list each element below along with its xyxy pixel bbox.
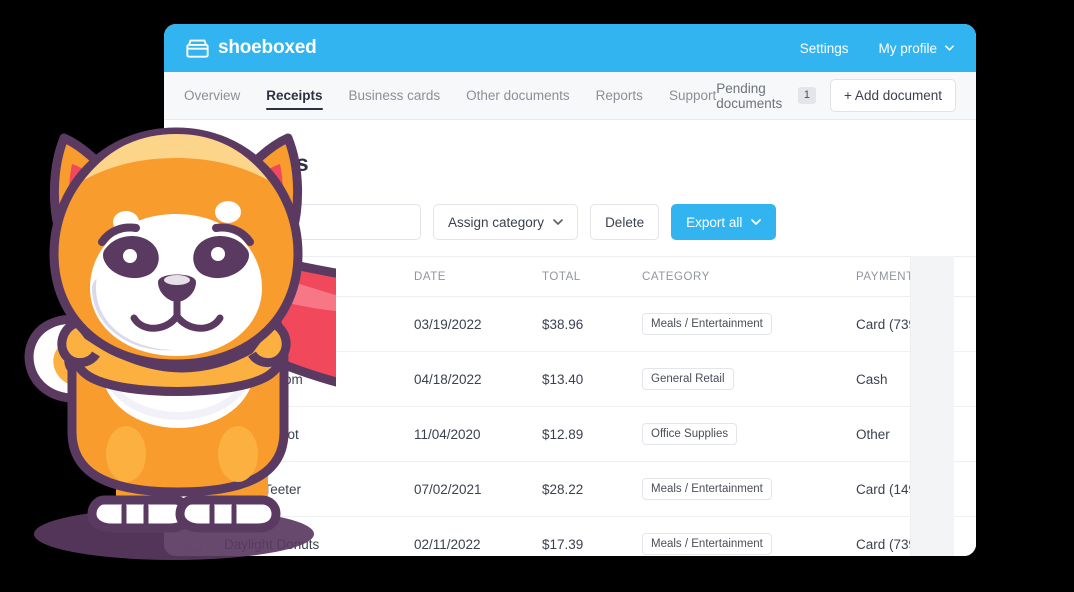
brand-name: shoeboxed [218, 37, 317, 58]
cell-date: 04/18/2022 [414, 351, 542, 407]
column-header-date[interactable]: DATE [414, 256, 542, 297]
cell-category: Meals / Entertainment [642, 296, 856, 352]
column-header-payment-type[interactable]: PAYMENT TYPE [856, 256, 976, 297]
cell-date: 02/11/2022 [414, 516, 542, 556]
delete-button[interactable]: Delete [590, 204, 660, 240]
cell-date: 11/04/2020 [414, 406, 542, 462]
cell-category: Office Supplies [642, 406, 856, 462]
delete-label: Delete [605, 214, 645, 230]
my-profile-label: My profile [878, 40, 937, 56]
cell-total: $12.89 [542, 406, 642, 462]
nav-tab-label: Overview [184, 88, 241, 103]
nav-tab-label: Support [668, 88, 717, 103]
cell-date: 03/19/2022 [414, 296, 542, 352]
nav-tab-label: Receipts [266, 88, 323, 103]
nav-actions: Pending documents 1 + Add document [716, 72, 956, 119]
export-all-label: Export all [686, 214, 743, 230]
settings-link[interactable]: Settings [800, 41, 849, 56]
nav-tab-reports[interactable]: Reports [596, 72, 643, 119]
add-document-button[interactable]: + Add document [830, 79, 956, 112]
nav-tab-label: Reports [595, 88, 643, 103]
column-header-category[interactable]: CATEGORY [642, 256, 856, 297]
chevron-down-icon [751, 219, 762, 225]
category-chip: Meals / Entertainment [642, 533, 772, 555]
my-profile-menu[interactable]: My profile [878, 41, 954, 56]
cell-category: Meals / Entertainment [642, 461, 856, 517]
cell-total: $17.39 [542, 516, 642, 556]
export-all-button[interactable]: Export all [671, 204, 777, 240]
cell-date: 07/02/2021 [414, 461, 542, 517]
pending-count-badge: 1 [797, 86, 817, 105]
cell-total: $28.22 [542, 461, 642, 517]
brand-logo-group[interactable]: shoeboxed [186, 37, 317, 59]
cell-payment-type: Card (7391) [856, 296, 976, 352]
nav-tab-label: Other documents [466, 88, 570, 103]
assign-category-label: Assign category [448, 214, 545, 230]
cell-payment-type: Card (7391) [856, 516, 976, 556]
nav-tab-support[interactable]: Support [669, 72, 716, 119]
assign-category-button[interactable]: Assign category [433, 204, 579, 240]
nav-tab-label: Business cards [348, 88, 441, 103]
shoebox-icon [186, 39, 209, 58]
nav-tab-business-cards[interactable]: Business cards [349, 72, 441, 119]
category-chip: Meals / Entertainment [642, 313, 772, 335]
header-links: Settings My profile [800, 41, 954, 56]
app-header: shoeboxed Settings My profile [164, 24, 976, 72]
cell-payment-type: Cash [856, 351, 976, 407]
cell-payment-type: Card (1491) [856, 461, 976, 517]
column-header-total[interactable]: TOTAL [542, 256, 642, 297]
chevron-down-icon [945, 45, 954, 51]
cell-category: Meals / Entertainment [642, 516, 856, 556]
category-chip: General Retail [642, 368, 734, 390]
cell-payment-type: Other [856, 406, 976, 462]
screenshot-stage: shoeboxed Settings My profile Overview R… [0, 0, 1074, 592]
cell-category: General Retail [642, 351, 856, 407]
cell-total: $13.40 [542, 351, 642, 407]
nav-tab-other-documents[interactable]: Other documents [466, 72, 570, 119]
category-chip: Meals / Entertainment [642, 478, 772, 500]
shiba-inu-superhero-mascot [6, 102, 823, 572]
settings-label: Settings [799, 40, 849, 56]
pending-documents-link[interactable]: Pending documents 1 [716, 80, 817, 111]
pending-documents-label: Pending documents [716, 80, 783, 111]
category-chip: Office Supplies [642, 423, 738, 445]
chevron-down-icon [553, 219, 563, 225]
cell-total: $38.96 [542, 296, 642, 352]
